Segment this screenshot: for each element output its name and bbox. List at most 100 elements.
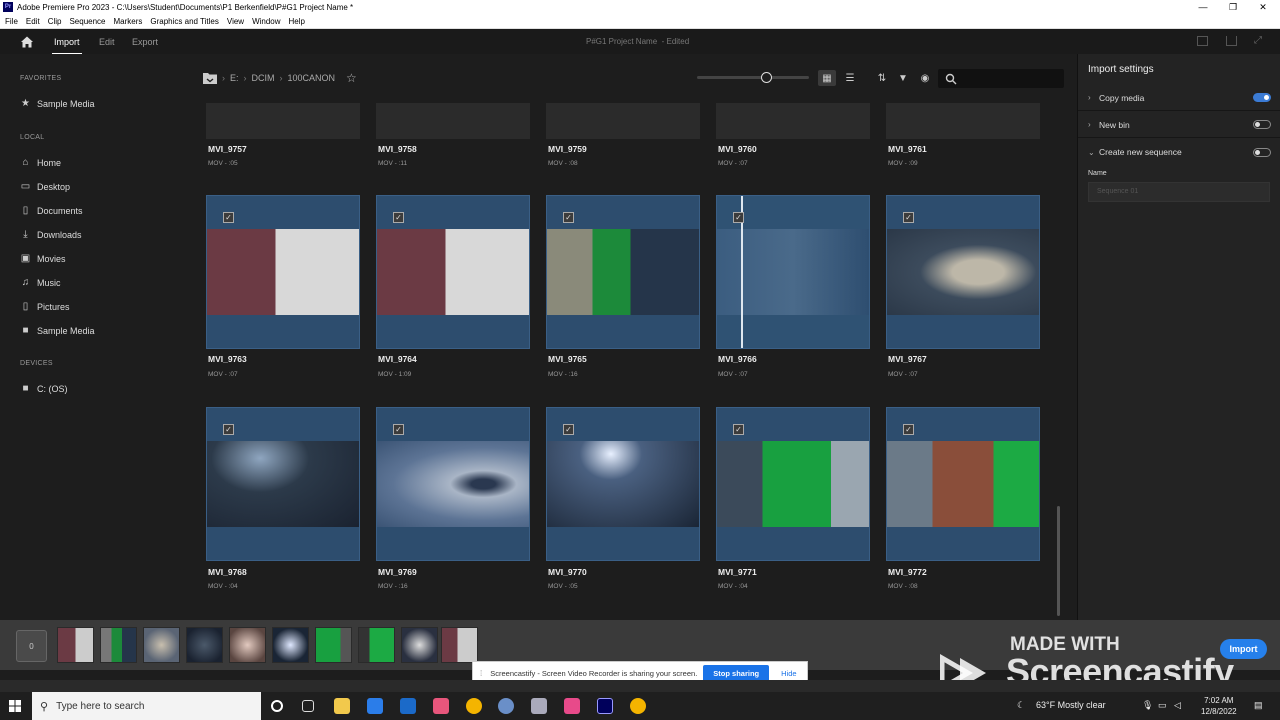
menu-help[interactable]: Help bbox=[289, 17, 305, 26]
sort-icon[interactable]: ⇅ bbox=[873, 70, 891, 86]
taskbar-search[interactable]: ⚲ Type here to search bbox=[32, 692, 261, 720]
home-icon[interactable] bbox=[20, 35, 34, 49]
sidebar-item-movies[interactable]: ▣ Movies bbox=[20, 253, 66, 264]
clip-thumbnail[interactable]: ✓ bbox=[716, 195, 870, 349]
scrollbar[interactable] bbox=[1057, 506, 1060, 616]
task-view-icon[interactable] bbox=[302, 700, 314, 712]
fullscreen-icon[interactable]: ⤢ bbox=[1254, 36, 1265, 46]
menu-view[interactable]: View bbox=[227, 17, 244, 26]
close-icon[interactable]: ✕ bbox=[1248, 0, 1278, 14]
sidebar-item-music[interactable]: ♫ Music bbox=[20, 277, 61, 288]
chrome-icon[interactable] bbox=[630, 698, 646, 714]
tray-thumbnail[interactable] bbox=[358, 627, 395, 663]
clip-thumbnail[interactable]: ✓ bbox=[716, 407, 870, 561]
folder-browse-icon[interactable] bbox=[203, 72, 217, 84]
sidebar-item-sample-media-favorite[interactable]: ★ Sample Media bbox=[20, 98, 95, 109]
hide-button[interactable]: Hide bbox=[781, 669, 796, 678]
menu-window[interactable]: Window bbox=[252, 17, 280, 26]
checkbox[interactable]: ✓ bbox=[903, 424, 914, 435]
cortana-icon[interactable] bbox=[271, 700, 283, 712]
windows-start-icon[interactable] bbox=[9, 700, 21, 712]
clock[interactable]: 7:02 AM 12/8/2022 bbox=[1201, 695, 1237, 717]
chevron-right-icon[interactable]: › bbox=[1088, 93, 1099, 102]
sequence-name-field[interactable]: Sequence 01 bbox=[1088, 182, 1270, 202]
mail-icon[interactable] bbox=[400, 698, 416, 714]
clip-thumbnail[interactable]: ✓ bbox=[546, 407, 700, 561]
new-bin-toggle[interactable] bbox=[1253, 120, 1271, 129]
clip-thumbnail[interactable]: ✓ bbox=[886, 195, 1040, 349]
eye-icon[interactable]: ◉ bbox=[916, 70, 934, 86]
sidebar-item-c-drive[interactable]: ■ C: (OS) bbox=[20, 383, 67, 394]
clip-thumbnail[interactable]: ✓ bbox=[376, 407, 530, 561]
notifications-icon[interactable]: ▤ bbox=[1254, 700, 1263, 711]
app-icon[interactable] bbox=[498, 698, 514, 714]
checkbox[interactable]: ✓ bbox=[223, 212, 234, 223]
network-icon[interactable]: ▭ bbox=[1158, 700, 1167, 711]
filter-icon[interactable]: ▼ bbox=[894, 70, 912, 86]
chevron-right-icon[interactable]: › bbox=[1088, 120, 1099, 129]
restore-icon[interactable]: ❐ bbox=[1218, 0, 1248, 14]
search-input[interactable] bbox=[938, 69, 1064, 88]
share-icon[interactable] bbox=[1226, 36, 1237, 46]
sidebar-item-sample-media[interactable]: ■ Sample Media bbox=[20, 325, 94, 336]
store-icon[interactable] bbox=[367, 698, 383, 714]
checkbox[interactable]: ✓ bbox=[393, 424, 404, 435]
thumbnail-size-slider[interactable] bbox=[697, 72, 809, 83]
grid-view-icon[interactable]: ▦ bbox=[818, 70, 836, 86]
tray-thumbnail[interactable] bbox=[100, 627, 137, 663]
weather-text[interactable]: 63°F Mostly clear bbox=[1036, 700, 1106, 710]
clip-thumbnail[interactable]: ✓ bbox=[206, 195, 360, 349]
quick-export-icon[interactable] bbox=[1197, 36, 1208, 46]
create-sequence-toggle[interactable] bbox=[1253, 147, 1271, 157]
menu-markers[interactable]: Markers bbox=[114, 17, 143, 26]
selected-count[interactable]: 0 bbox=[16, 630, 47, 662]
sidebar-item-pictures[interactable]: ▯ Pictures bbox=[20, 301, 70, 312]
copy-media-row[interactable]: › Copy media bbox=[1078, 85, 1280, 111]
slider-knob[interactable] bbox=[761, 72, 772, 83]
sidebar-item-home[interactable]: ⌂ Home bbox=[20, 157, 61, 168]
clip-thumbnail[interactable] bbox=[886, 103, 1040, 139]
tab-edit[interactable]: Edit bbox=[99, 37, 115, 47]
tray-thumbnail[interactable] bbox=[57, 627, 94, 663]
menu-clip[interactable]: Clip bbox=[48, 17, 62, 26]
photos-icon[interactable] bbox=[433, 698, 449, 714]
clip-thumbnail[interactable] bbox=[376, 103, 530, 139]
volume-icon[interactable]: ◁ bbox=[1174, 700, 1181, 711]
clip-thumbnail[interactable] bbox=[206, 103, 360, 139]
menu-graphics[interactable]: Graphics and Titles bbox=[150, 17, 218, 26]
breadcrumb-drive[interactable]: E: bbox=[230, 73, 239, 83]
clip-thumbnail[interactable] bbox=[546, 103, 700, 139]
tray-thumbnail[interactable] bbox=[143, 627, 180, 663]
clip-thumbnail[interactable] bbox=[716, 103, 870, 139]
checkbox[interactable]: ✓ bbox=[733, 212, 744, 223]
checkbox[interactable]: ✓ bbox=[223, 424, 234, 435]
clip-thumbnail[interactable]: ✓ bbox=[886, 407, 1040, 561]
sidebar-item-downloads[interactable]: ⤓ Downloads bbox=[20, 229, 81, 240]
tab-import[interactable]: Import bbox=[52, 37, 82, 55]
new-bin-row[interactable]: › New bin bbox=[1078, 112, 1280, 138]
checkbox[interactable]: ✓ bbox=[903, 212, 914, 223]
checkbox[interactable]: ✓ bbox=[733, 424, 744, 435]
mic-icon[interactable]: 🎙 bbox=[1142, 700, 1153, 711]
tray-thumbnail[interactable] bbox=[229, 627, 266, 663]
app-icon[interactable] bbox=[564, 698, 580, 714]
checkbox[interactable]: ✓ bbox=[563, 212, 574, 223]
menu-file[interactable]: File bbox=[5, 17, 18, 26]
premiere-taskbar-icon[interactable] bbox=[597, 698, 613, 714]
tray-thumbnail[interactable] bbox=[441, 627, 478, 663]
tray-thumbnail[interactable] bbox=[186, 627, 223, 663]
copy-media-toggle[interactable] bbox=[1253, 93, 1271, 102]
checkbox[interactable]: ✓ bbox=[563, 424, 574, 435]
menu-edit[interactable]: Edit bbox=[26, 17, 40, 26]
file-explorer-icon[interactable] bbox=[334, 698, 350, 714]
create-sequence-row[interactable]: ⌄ Create new sequence bbox=[1078, 139, 1280, 165]
list-view-icon[interactable]: ☰ bbox=[841, 70, 859, 86]
clip-thumbnail[interactable]: ✓ bbox=[546, 195, 700, 349]
chrome-icon[interactable] bbox=[466, 698, 482, 714]
import-button[interactable]: Import bbox=[1220, 639, 1267, 659]
tray-thumbnail[interactable] bbox=[272, 627, 309, 663]
chevron-down-icon[interactable]: ⌄ bbox=[1088, 148, 1099, 157]
tray-thumbnail[interactable] bbox=[315, 627, 352, 663]
sidebar-item-desktop[interactable]: ▭ Desktop bbox=[20, 181, 70, 192]
sidebar-item-documents[interactable]: ▯ Documents bbox=[20, 205, 83, 216]
